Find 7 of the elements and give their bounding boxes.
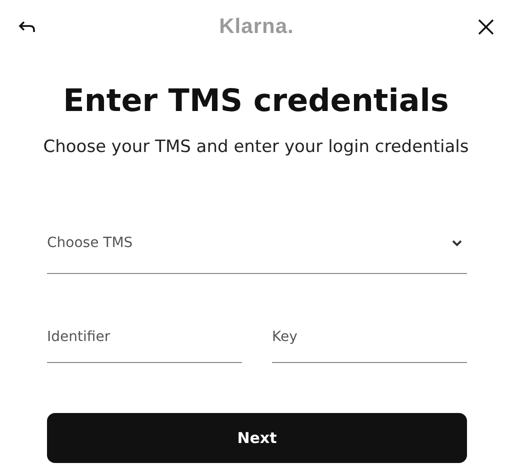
- title: Enter TMS credentials: [62, 82, 450, 121]
- logo: Klarna.: [219, 15, 294, 39]
- tms-dropdown[interactable]: Choose TMS: [47, 223, 467, 274]
- subtitle: Choose your TMS and enter your login credentials: [42, 136, 470, 159]
- close-icon[interactable]: [476, 17, 496, 37]
- next-button[interactable]: Next: [47, 413, 467, 463]
- chevron-down-icon: [451, 239, 463, 247]
